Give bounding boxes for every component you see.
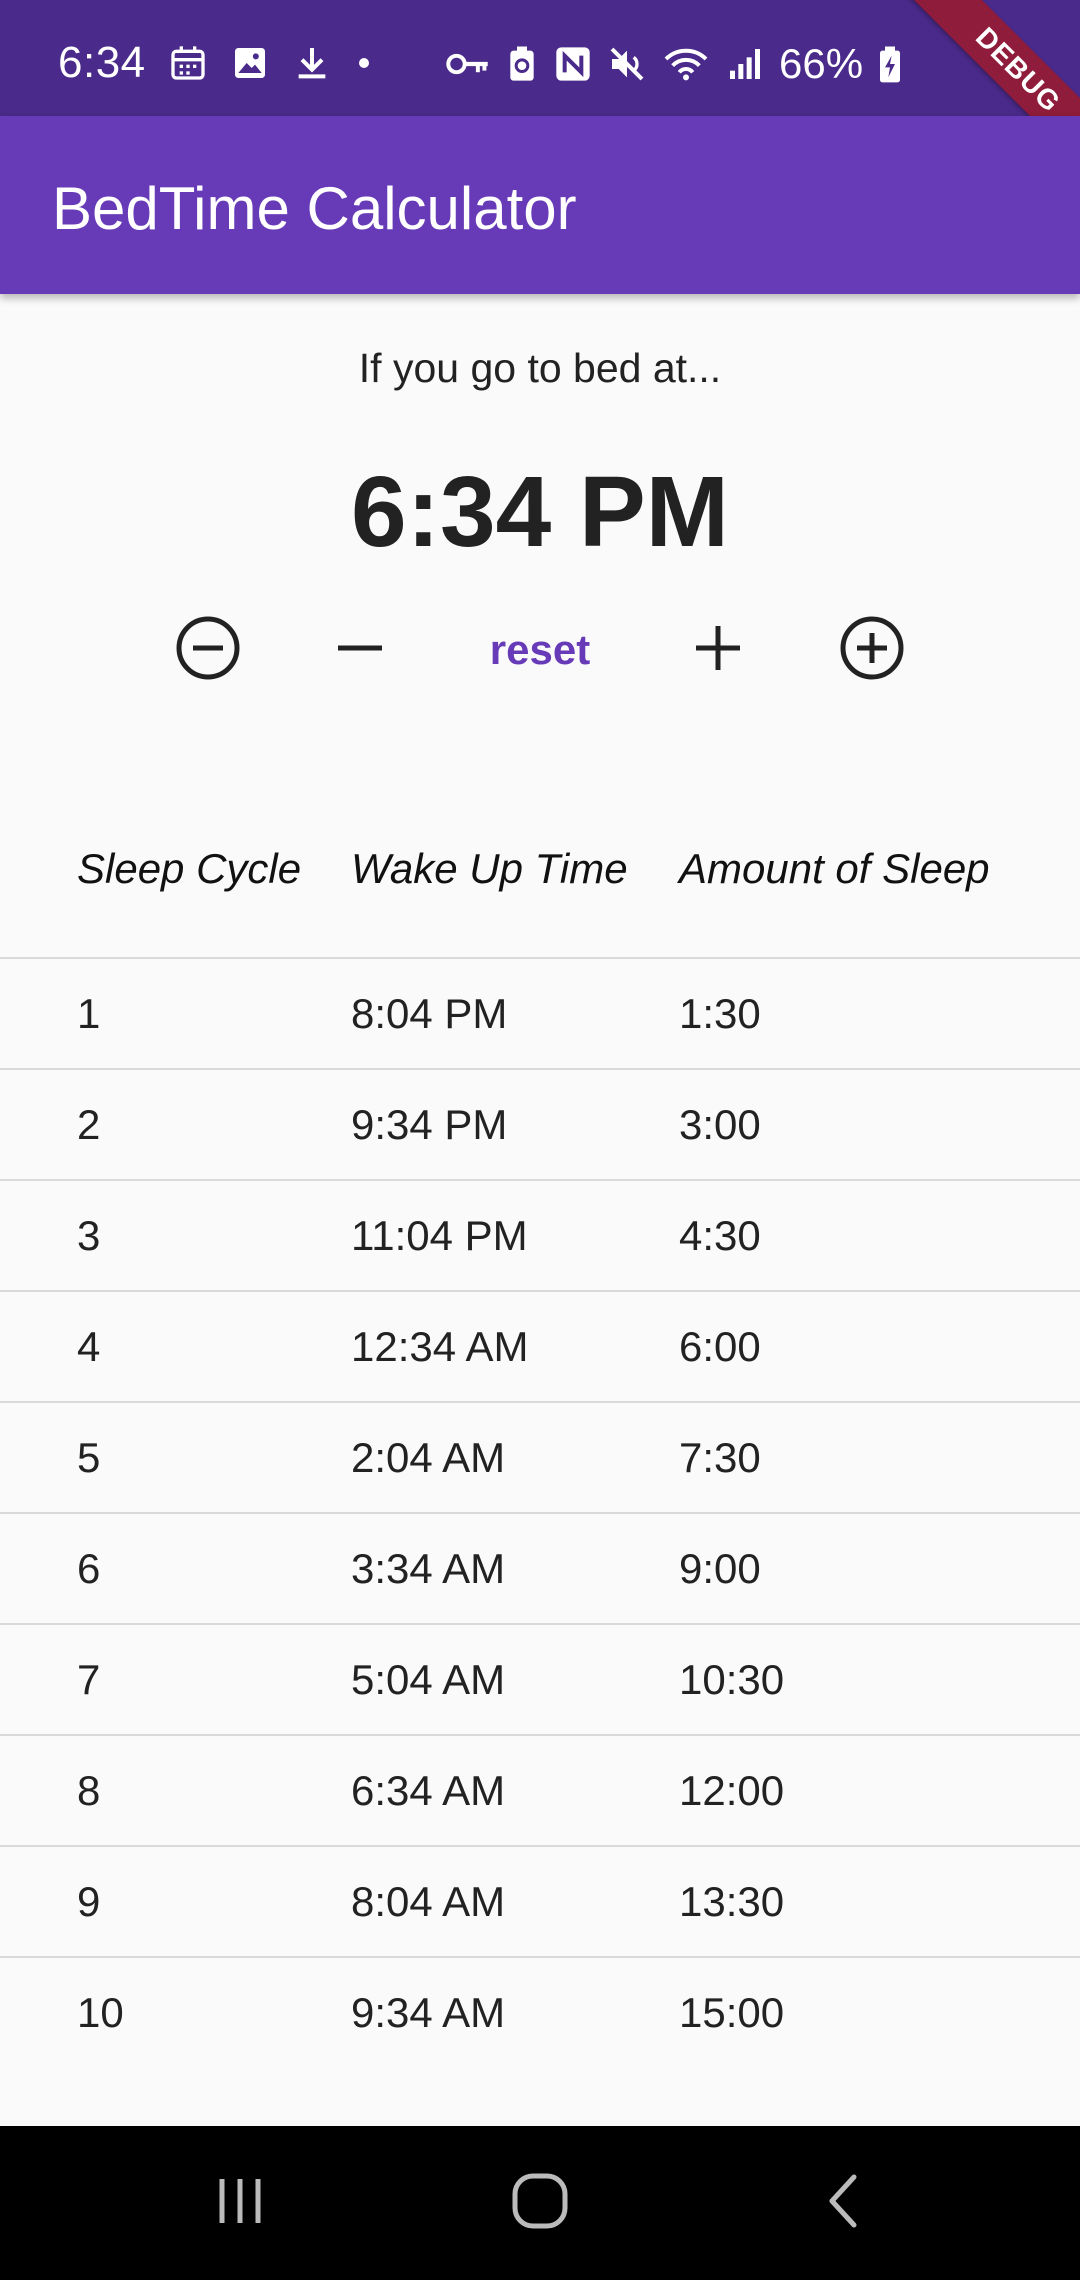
cell-sleep-amount: 1:30: [679, 990, 761, 1037]
cell-cycle: 9: [77, 1878, 101, 1925]
dot-icon: [354, 53, 374, 73]
back-icon: [814, 2171, 874, 2236]
table-row: 5 2:04 AM 7:30: [0, 1401, 1080, 1513]
back-button[interactable]: [764, 2126, 924, 2280]
reset-button[interactable]: reset: [460, 612, 620, 688]
table-row: 2 9:34 PM 3:00: [0, 1068, 1080, 1180]
battery-percent: 66%: [779, 40, 864, 87]
recents-icon: [210, 2171, 270, 2236]
increase-hour-button[interactable]: [834, 612, 910, 688]
plus-circle-icon: [837, 613, 907, 688]
cell-wake-time: 5:04 AM: [351, 1656, 506, 1703]
app-title: BedTime Calculator: [52, 175, 577, 242]
cell-wake-time: 11:04 PM: [351, 1212, 528, 1259]
table-header: Sleep Cycle Wake Up Time Amount of Sleep: [0, 805, 1080, 957]
table-row: 9 8:04 AM 13:30: [0, 1845, 1080, 1957]
cell-wake-time: 9:34 PM: [351, 1101, 508, 1148]
minus-circle-icon: [173, 613, 243, 688]
table-row: 8 6:34 AM 12:00: [0, 1734, 1080, 1846]
cell-sleep-amount: 9:00: [679, 1545, 761, 1592]
cell-wake-time: 6:34 AM: [351, 1767, 506, 1814]
cell-wake-time: 8:04 AM: [351, 1878, 506, 1925]
cell-sleep-amount: 12:00: [679, 1767, 785, 1814]
decrease-minutes-button[interactable]: [322, 612, 398, 688]
bedtime-prompt: If you go to bed at...: [358, 345, 722, 391]
status-bar: 6:34 66%: [0, 0, 1080, 116]
table-row: 7 5:04 AM 10:30: [0, 1623, 1080, 1735]
table-row: 10 9:34 AM 15:00: [0, 1956, 1080, 2068]
key-icon: [445, 44, 491, 84]
minus-icon: [330, 618, 390, 683]
app-bar: BedTime Calculator: [0, 116, 1080, 294]
battery-charging-icon: [877, 44, 903, 84]
cell-cycle: 10: [77, 1989, 124, 2036]
cell-sleep-amount: 7:30: [679, 1434, 761, 1481]
cell-wake-time: 8:04 PM: [351, 990, 508, 1037]
battery-saver-icon: [505, 44, 539, 84]
cell-cycle: 4: [77, 1323, 101, 1370]
header-amount-of-sleep: Amount of Sleep: [679, 845, 990, 892]
reset-label: reset: [489, 626, 591, 673]
cell-cycle: 2: [77, 1101, 101, 1148]
table-row: 1 8:04 PM 1:30: [0, 957, 1080, 1069]
increase-minutes-button[interactable]: [680, 612, 756, 688]
table-row: 4 12:34 AM 6:00: [0, 1290, 1080, 1402]
home-button[interactable]: [460, 2126, 620, 2280]
cell-cycle: 5: [77, 1434, 101, 1481]
signal-icon: [725, 44, 765, 84]
decrease-hour-button[interactable]: [170, 612, 246, 688]
wifi-icon: [661, 44, 711, 84]
recents-button[interactable]: [160, 2126, 320, 2280]
cell-sleep-amount: 15:00: [679, 1989, 785, 2036]
download-icon: [292, 43, 332, 83]
cell-cycle: 6: [77, 1545, 101, 1592]
cell-sleep-amount: 4:30: [679, 1212, 761, 1259]
cell-cycle: 1: [77, 990, 101, 1037]
cell-cycle: 3: [77, 1212, 101, 1259]
cell-wake-time: 12:34 AM: [351, 1323, 529, 1370]
cell-wake-time: 9:34 AM: [351, 1989, 506, 2036]
table-row: 3 11:04 PM 4:30: [0, 1179, 1080, 1291]
cell-sleep-amount: 6:00: [679, 1323, 761, 1370]
cell-sleep-amount: 13:30: [679, 1878, 785, 1925]
cell-sleep-amount: 10:30: [679, 1656, 785, 1703]
header-sleep-cycle: Sleep Cycle: [77, 845, 302, 892]
image-icon: [230, 43, 270, 83]
plus-icon: [688, 618, 748, 683]
status-right: 66%: [445, 40, 903, 88]
cell-sleep-amount: 3:00: [679, 1101, 761, 1148]
cell-cycle: 7: [77, 1656, 101, 1703]
cell-wake-time: 3:34 AM: [351, 1545, 506, 1592]
bedtime-display: 6:34 PM: [351, 456, 729, 568]
table-row: 6 3:34 AM 9:00: [0, 1512, 1080, 1624]
header-wake-up-time: Wake Up Time: [351, 845, 628, 892]
home-icon: [508, 2169, 572, 2238]
cell-cycle: 8: [77, 1767, 101, 1814]
calendar-icon: [168, 43, 208, 83]
nfc-icon: [553, 44, 593, 84]
cell-wake-time: 2:04 AM: [351, 1434, 506, 1481]
navigation-bar: [0, 2126, 1080, 2280]
status-time: 6:34: [58, 38, 146, 87]
mute-icon: [607, 44, 647, 84]
status-left: 6:34: [58, 38, 374, 88]
